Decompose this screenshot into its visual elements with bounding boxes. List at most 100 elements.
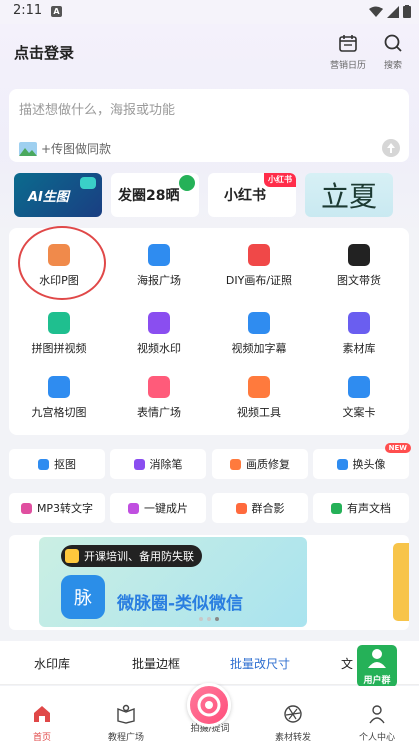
nav-home[interactable]: 首页: [12, 704, 72, 743]
feature-label: 素材库: [342, 342, 376, 355]
tab-batch-border[interactable]: 批量边框: [104, 655, 208, 672]
tool-label: 有声文档: [347, 502, 391, 515]
promo-chip-text: 开课培训、备用防失联: [84, 550, 194, 563]
feature-layers[interactable]: 素材库: [309, 312, 409, 356]
tool-button[interactable]: 消除笔: [110, 449, 206, 479]
feature-text-card[interactable]: 文案卡: [309, 376, 409, 420]
feature-label: 拼图拼视频: [31, 342, 87, 355]
tool-label: 换头像: [352, 458, 386, 471]
banner-xiaohongshu[interactable]: 小红书 小红书: [208, 173, 296, 217]
tool-label: MP3转文字: [36, 502, 94, 515]
banner-lixia[interactable]: 立夏: [305, 173, 393, 217]
feature-grid[interactable]: 九宫格切图: [9, 376, 109, 420]
banner-ai[interactable]: AI生图: [14, 173, 102, 217]
nav-material-label: 素材转发: [274, 733, 311, 743]
nav-material[interactable]: 素材转发: [263, 704, 323, 743]
video-watermark-icon: [148, 312, 170, 334]
nav-profile[interactable]: 个人中心: [347, 704, 407, 743]
promo-next-card[interactable]: [393, 543, 409, 621]
new-badge: NEW: [384, 443, 411, 453]
feature-label: 视频工具: [237, 406, 281, 419]
search-button[interactable]: 搜索: [373, 33, 413, 71]
user-group-button[interactable]: 用户群: [357, 645, 397, 687]
tool-label: 一键成片: [144, 502, 188, 515]
search-label: 搜索: [383, 61, 402, 71]
tool-label: 抠图: [54, 458, 76, 471]
status-icons: [369, 5, 411, 18]
nav-tutorial[interactable]: 教程广场: [96, 704, 156, 743]
search-placeholder: 描述想做什么，海报或功能: [19, 103, 176, 118]
status-time: 2:11: [13, 3, 43, 18]
poster-icon: [148, 244, 170, 266]
login-link[interactable]: 点击登录: [14, 42, 74, 63]
tool-icon: [230, 458, 241, 470]
feature-video-tool[interactable]: 视频工具: [209, 376, 309, 420]
feature-label: DIY画布/证照: [225, 274, 293, 287]
feature-emoji[interactable]: 表情广场: [109, 376, 209, 420]
battery-icon: [403, 5, 411, 18]
collage-icon: [48, 312, 70, 334]
subtitle-icon: [248, 312, 270, 334]
feature-video-watermark[interactable]: 视频水印: [109, 312, 209, 356]
promo-card[interactable]: 开课培训、备用防失联 脉 微脉圈-类似微信: [39, 537, 307, 627]
feature-tiktok[interactable]: 图文带货: [309, 244, 409, 288]
image-icon: [19, 141, 37, 156]
tab-batch-resize[interactable]: 批量改尺寸: [208, 655, 312, 672]
wechat-moments-icon: [179, 175, 195, 191]
banner-xhs-text: 小红书: [224, 188, 266, 204]
users-icon: [368, 649, 386, 668]
banner-faquan[interactable]: 发圈28晒: [111, 173, 199, 217]
tool-button[interactable]: 一键成片: [110, 493, 206, 523]
nav-profile-label: 个人中心: [358, 733, 395, 743]
tool-button[interactable]: 画质修复: [212, 449, 308, 479]
tool-button[interactable]: MP3转文字: [9, 493, 105, 523]
canvas-icon: [248, 244, 270, 266]
calendar-icon: [339, 35, 357, 52]
feature-label: 表情广场: [137, 406, 181, 419]
search-box[interactable]: 描述想做什么，海报或功能 +传图做同款: [9, 89, 409, 162]
notification-icon: A: [51, 6, 62, 17]
tab-watermark-library[interactable]: 水印库: [0, 655, 104, 672]
feature-poster[interactable]: 海报广场: [109, 244, 209, 288]
arrow-up-icon: [387, 143, 395, 153]
feature-subtitle[interactable]: 视频加字幕: [209, 312, 309, 356]
tool-icon: [128, 502, 139, 514]
nav-tutorial-label: 教程广场: [107, 733, 144, 743]
carousel-dots: [199, 617, 219, 621]
upload-hint-text: +传图做同款: [41, 142, 112, 156]
status-bar: 2:11 A: [0, 0, 419, 24]
feature-canvas[interactable]: DIY画布/证照: [209, 244, 309, 288]
camera-button[interactable]: [187, 683, 231, 727]
tiktok-icon: [348, 244, 370, 266]
robot-icon: [80, 177, 96, 189]
banner-row: AI生图 发圈28晒 小红书 小红书 立夏: [14, 173, 419, 219]
wifi-icon: [369, 6, 383, 17]
person-icon: [369, 705, 385, 724]
banner-lixia-text: 立夏: [320, 180, 377, 213]
aperture-icon: [284, 705, 302, 723]
tool-button[interactable]: 有声文档: [313, 493, 409, 523]
tool-icon: [331, 502, 342, 514]
tool-button[interactable]: 群合影: [212, 493, 308, 523]
xhs-tag: 小红书: [264, 173, 296, 187]
thumbs-up-icon: [65, 549, 79, 563]
feature-collage[interactable]: 拼图拼视频: [9, 312, 109, 356]
feature-label: 视频水印: [137, 342, 181, 355]
home-icon: [34, 706, 50, 722]
signal-icon: [387, 5, 399, 18]
banner-ai-text: AI生图: [28, 189, 69, 205]
tool-label: 画质修复: [246, 458, 290, 471]
search-icon: [384, 34, 402, 52]
send-button[interactable]: [382, 139, 400, 157]
tool-icon: [133, 458, 145, 470]
video-tool-icon: [248, 376, 270, 398]
tool-button[interactable]: 抠图: [9, 449, 105, 479]
tool-button[interactable]: 换头像 NEW: [313, 443, 411, 479]
highlight-circle: [18, 226, 106, 300]
feature-label: 海报广场: [137, 274, 181, 287]
tool-icon: [20, 502, 32, 514]
upload-image-hint[interactable]: +传图做同款: [19, 140, 111, 157]
marketing-calendar-button[interactable]: 营销日历: [328, 33, 368, 71]
tool-icon: [336, 458, 348, 470]
promo-carousel[interactable]: 开课培训、备用防失联 脉 微脉圈-类似微信: [9, 535, 409, 630]
